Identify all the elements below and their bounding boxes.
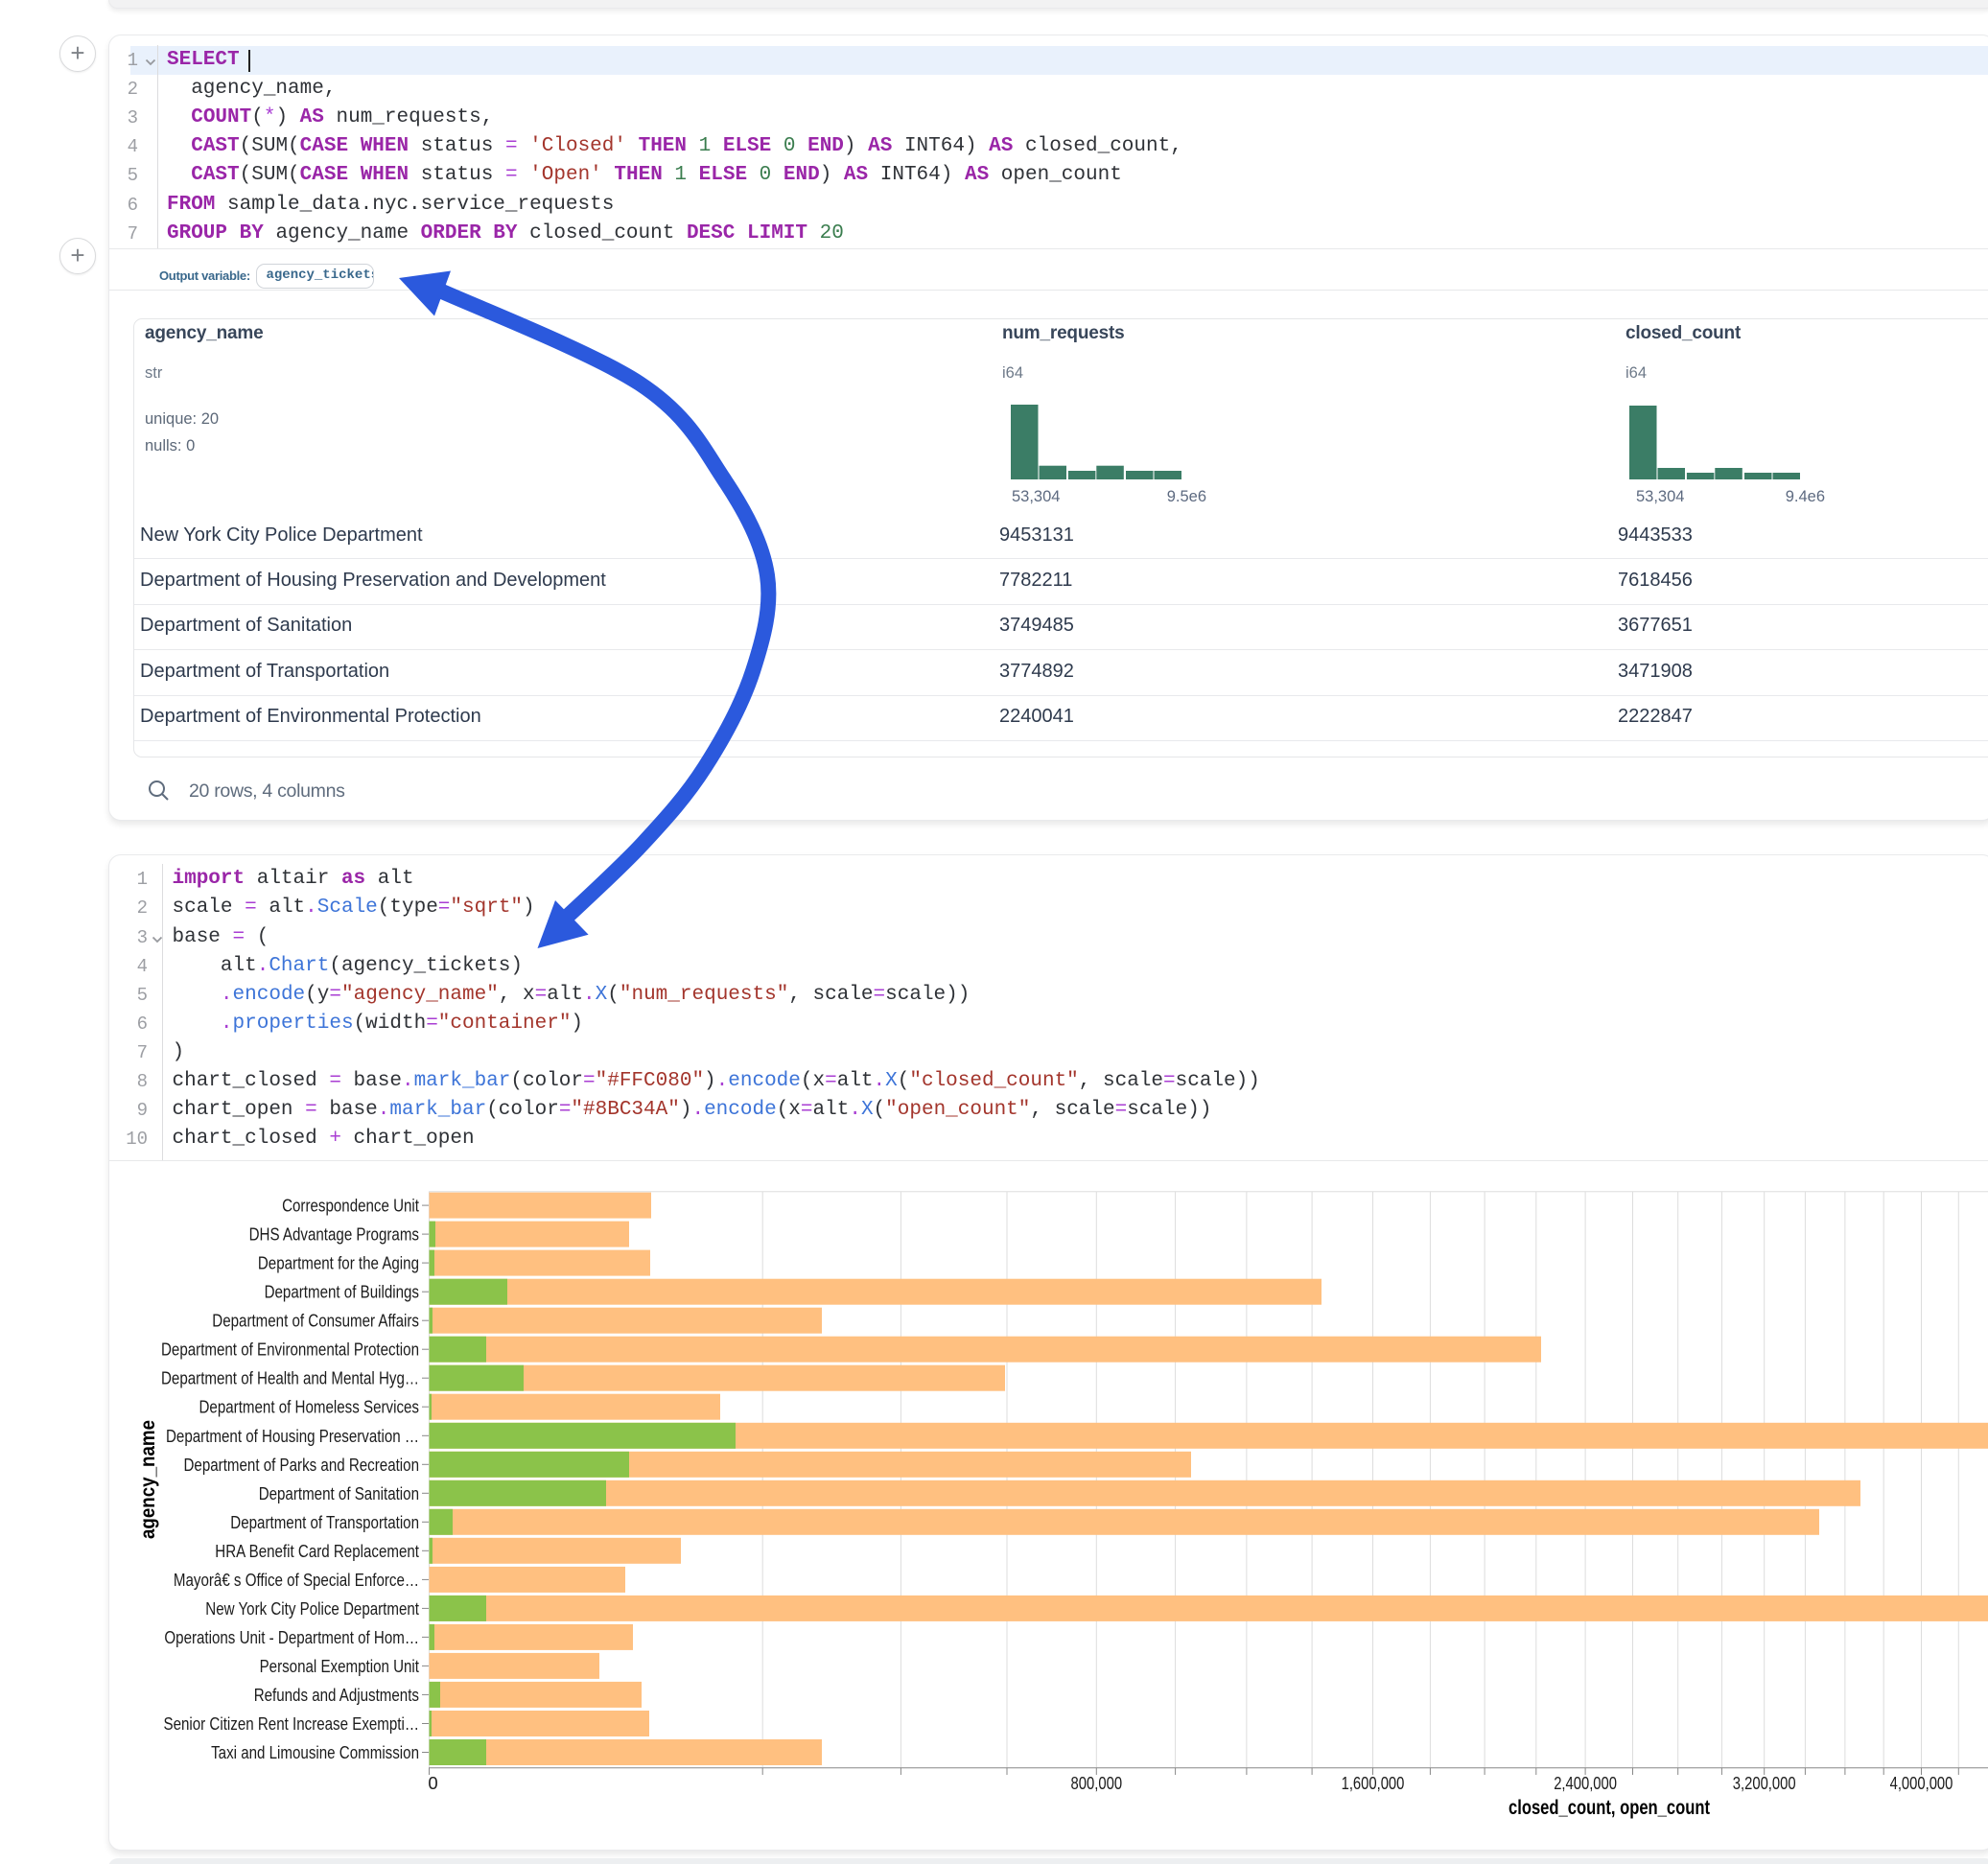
svg-text:Department of Health and Menta: Department of Health and Mental Hyg… [161,1369,419,1388]
svg-text:Department of Transportation: Department of Transportation [230,1513,419,1532]
svg-text:Taxi and Limousine Commission: Taxi and Limousine Commission [211,1743,419,1762]
svg-text:Senior Citizen Rent Increase E: Senior Citizen Rent Increase Exempti… [164,1714,420,1734]
svg-text:800,000: 800,000 [1071,1773,1123,1793]
svg-text:2,400,000: 2,400,000 [1554,1773,1617,1793]
svg-text:Department of Environmental Pr: Department of Environmental Protection [161,1340,419,1360]
svg-text:Personal Exemption Unit: Personal Exemption Unit [260,1657,419,1676]
svg-text:0: 0 [428,1773,437,1793]
svg-text:Department of Buildings: Department of Buildings [265,1283,419,1302]
svg-text:Refunds and Adjustments: Refunds and Adjustments [254,1686,419,1705]
svg-text:Department of Consumer Affairs: Department of Consumer Affairs [212,1312,419,1331]
svg-text:Department of Sanitation: Department of Sanitation [259,1484,419,1503]
svg-text:HRA Benefit Card Replacement: HRA Benefit Card Replacement [215,1542,419,1561]
svg-text:Department of Housing Preserva: Department of Housing Preservation … [166,1427,419,1446]
svg-text:Department for the Aging: Department for the Aging [258,1254,419,1273]
svg-text:closed_count, open_count: closed_count, open_count [1509,1797,1710,1819]
svg-text:Department of Parks and Recrea: Department of Parks and Recreation [184,1456,420,1475]
svg-text:4,000,000: 4,000,000 [1890,1773,1953,1793]
svg-text:New York City Police Departmen: New York City Police Department [205,1599,419,1619]
svg-text:1,600,000: 1,600,000 [1342,1773,1405,1793]
svg-text:3,200,000: 3,200,000 [1733,1773,1796,1793]
svg-text:agency_name: agency_name [137,1420,159,1539]
svg-text:Correspondence Unit: Correspondence Unit [282,1197,419,1216]
svg-text:Operations Unit - Department o: Operations Unit - Department of Hom… [164,1628,419,1647]
svg-text:DHS Advantage Programs: DHS Advantage Programs [249,1225,419,1245]
svg-text:Department of Homeless Service: Department of Homeless Services [199,1398,420,1417]
svg-text:Mayorâ€ s Office of Special En: Mayorâ€ s Office of Special Enforce… [174,1571,419,1590]
